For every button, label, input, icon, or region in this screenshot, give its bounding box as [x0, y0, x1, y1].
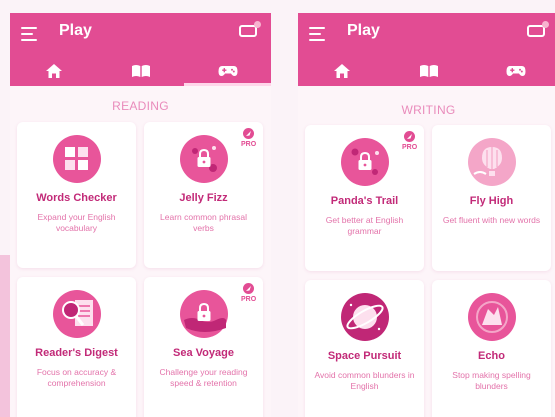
menu-icon[interactable] — [21, 27, 39, 41]
app-bar: Play — [298, 13, 555, 86]
gamepad-icon — [218, 66, 237, 76]
planet-icon — [341, 293, 389, 341]
game-card-readers-digest[interactable]: Reader's Digest Focus on accuracy & comp… — [17, 277, 136, 417]
section-heading: READING — [112, 99, 169, 113]
page-title: Play — [59, 22, 92, 39]
balloon-icon — [468, 138, 516, 186]
section-heading: WRITING — [401, 103, 456, 117]
game-name: Space Pursuit — [327, 350, 402, 362]
phone-screen-reading: Play READING Words Checker Expand your E… — [10, 13, 271, 417]
rocket-icon — [407, 134, 412, 139]
notification-dot — [254, 21, 261, 28]
game-description: Avoid common blunders in English — [314, 370, 415, 391]
home-icon — [333, 64, 350, 78]
pro-badge: PRO — [241, 283, 256, 303]
tab-play[interactable] — [472, 56, 555, 86]
game-name: Words Checker — [36, 192, 117, 204]
page-title: Play — [347, 22, 380, 39]
book-icon — [131, 65, 150, 77]
game-name: Reader's Digest — [35, 347, 118, 359]
tab-play[interactable] — [184, 56, 271, 86]
rocket-icon — [246, 131, 251, 136]
tab-bar — [298, 56, 555, 86]
game-card-words-checker[interactable]: Words Checker Expand your English vocabu… — [17, 122, 136, 268]
game-card-jelly-fizz[interactable]: Jelly Fizz Learn common phrasal verbs PR… — [144, 122, 263, 268]
notification-dot — [542, 21, 549, 28]
game-name: Jelly Fizz — [179, 192, 228, 204]
game-card-sea-voyage[interactable]: Sea Voyage Challenge your reading speed … — [144, 277, 263, 417]
book-icon — [419, 65, 438, 77]
tiles-icon — [53, 135, 101, 183]
game-description: Get fluent with new words — [442, 215, 541, 225]
game-description: Learn common phrasal verbs — [160, 212, 247, 233]
gamepad-icon — [506, 66, 525, 76]
game-description: Stop making spelling blunders — [452, 370, 531, 391]
phone-screen-writing: Play WRITING Panda's Trail Get better at… — [298, 13, 555, 417]
game-card-fly-high[interactable]: Fly High Get fluent with new words — [432, 125, 551, 271]
pro-label: PRO — [241, 296, 257, 303]
pro-label: PRO — [241, 141, 257, 148]
home-icon — [45, 64, 62, 78]
game-name: Panda's Trail — [330, 195, 399, 207]
game-card-space-pursuit[interactable]: Space Pursuit Avoid common blunders in E… — [305, 280, 424, 417]
tab-home[interactable] — [298, 56, 385, 86]
game-description: Get better at English grammar — [325, 215, 404, 236]
active-tab-indicator — [184, 83, 271, 86]
jelly-lock-icon — [180, 135, 228, 183]
tab-learn[interactable] — [97, 56, 184, 86]
game-description: Expand your English vocabulary — [37, 212, 116, 233]
game-name: Sea Voyage — [173, 347, 234, 359]
tab-learn[interactable] — [385, 56, 472, 86]
sea-lock-icon — [180, 290, 228, 338]
echo-icon — [468, 293, 516, 341]
pro-label: PRO — [402, 144, 418, 151]
pro-badge: PRO — [241, 128, 256, 148]
game-name: Echo — [478, 350, 505, 362]
game-name: Fly High — [469, 195, 514, 207]
pro-badge: PRO — [402, 131, 417, 151]
game-card-pandas-trail[interactable]: Panda's Trail Get better at English gram… — [305, 125, 424, 271]
tab-home[interactable] — [10, 56, 97, 86]
tab-bar — [10, 56, 271, 86]
game-card-echo[interactable]: Echo Stop making spelling blunders — [432, 280, 551, 417]
game-description: Focus on accuracy & comprehension — [36, 367, 117, 388]
magnifier-icon — [53, 290, 101, 338]
menu-icon[interactable] — [309, 27, 327, 41]
rocket-icon — [246, 286, 251, 291]
app-bar: Play — [10, 13, 271, 86]
panda-lock-icon — [341, 138, 389, 186]
game-description: Challenge your reading speed & retention — [159, 367, 248, 388]
